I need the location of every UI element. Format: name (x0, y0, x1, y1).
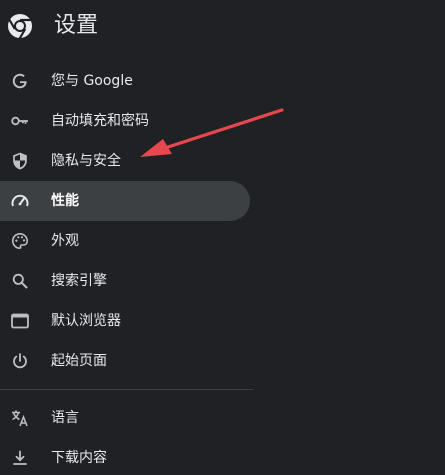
settings-sidebar: 您与 Google 自动填充和密码 隐私与安全 性能 外观 搜索引擎 默认浏览器… (0, 61, 253, 475)
key-icon (10, 111, 30, 131)
browser-window-icon (10, 311, 30, 331)
settings-header: 设置 (0, 0, 445, 56)
download-icon (10, 448, 30, 468)
settings-page: 设置 您与 Google 自动填充和密码 隐私与安全 性能 外观 搜索引擎 默认… (0, 0, 445, 475)
google-g-icon (10, 71, 30, 91)
sidebar-item-label: 搜索引擎 (51, 273, 107, 289)
sidebar-item-label: 起始页面 (51, 353, 107, 369)
translate-icon (10, 408, 30, 428)
sidebar-item-label: 性能 (51, 193, 79, 209)
sidebar-item-languages[interactable]: 语言 (0, 398, 250, 438)
sidebar-item-label: 自动填充和密码 (51, 113, 149, 129)
palette-icon (10, 231, 30, 251)
sidebar-item-label: 外观 (51, 233, 79, 249)
shield-icon (10, 151, 30, 171)
sidebar-item-label: 下载内容 (51, 450, 107, 466)
speedometer-icon (10, 191, 30, 211)
chrome-logo-icon (6, 12, 34, 40)
page-title: 设置 (54, 13, 99, 38)
sidebar-item-appearance[interactable]: 外观 (0, 221, 250, 261)
search-icon (10, 271, 30, 291)
sidebar-item-on-startup[interactable]: 起始页面 (0, 341, 250, 381)
sidebar-item-autofill[interactable]: 自动填充和密码 (0, 101, 250, 141)
sidebar-divider (0, 389, 253, 390)
sidebar-item-you-and-google[interactable]: 您与 Google (0, 61, 250, 101)
sidebar-item-default-browser[interactable]: 默认浏览器 (0, 301, 250, 341)
sidebar-item-label: 您与 Google (51, 73, 133, 89)
sidebar-item-privacy[interactable]: 隐私与安全 (0, 141, 250, 181)
sidebar-item-label: 语言 (51, 410, 79, 426)
sidebar-item-search-engine[interactable]: 搜索引擎 (0, 261, 250, 301)
sidebar-item-downloads[interactable]: 下载内容 (0, 438, 250, 475)
sidebar-item-performance[interactable]: 性能 (0, 181, 250, 221)
sidebar-item-label: 默认浏览器 (51, 313, 121, 329)
power-icon (10, 351, 30, 371)
sidebar-item-label: 隐私与安全 (51, 153, 121, 169)
